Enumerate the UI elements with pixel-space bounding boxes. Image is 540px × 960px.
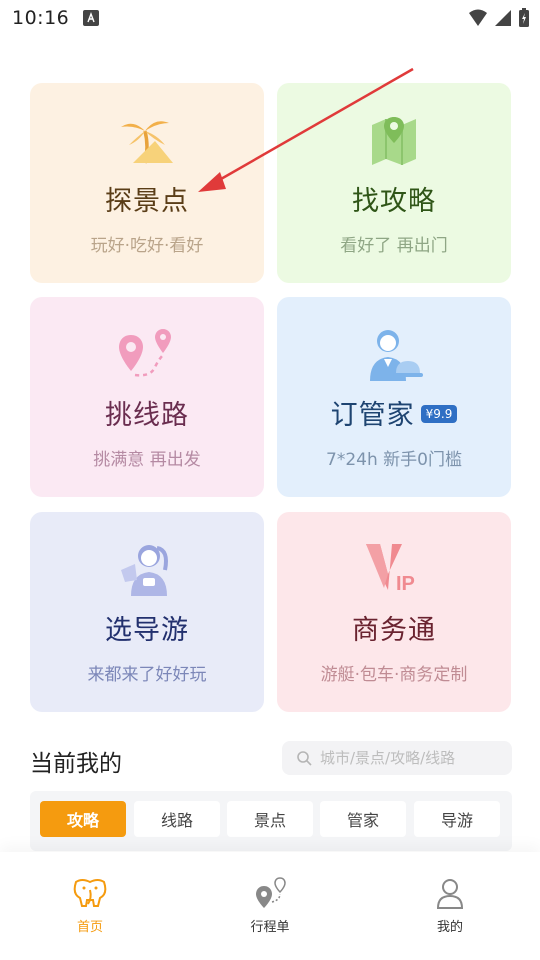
section-title: 当前我的 (30, 751, 122, 777)
card-business-service[interactable]: IP 商务通 游艇·包车·商务定制 (277, 512, 511, 712)
card-title: 挑线路 (105, 400, 189, 431)
nav-label: 我的 (436, 920, 463, 935)
card-subtitle: 游艇·包车·商务定制 (320, 665, 468, 685)
card-explore-attractions[interactable]: 探景点 玩好·吃好·看好 (30, 83, 264, 283)
tab-tour-guides[interactable]: 导游 (414, 801, 500, 837)
card-title: 选导游 (105, 615, 189, 646)
card-title: 商务通 (352, 615, 436, 646)
search-input[interactable] (320, 749, 500, 767)
nav-profile[interactable]: 我的 (405, 876, 495, 935)
category-tabs: 攻略 线路 景点 管家 导游 (30, 791, 512, 851)
search-box[interactable] (282, 741, 512, 775)
elephant-home-icon (73, 879, 107, 907)
tour-guide-icon (121, 545, 168, 596)
card-subtitle: 7*24h 新手0门槛 (326, 450, 462, 470)
card-title-text: 订管家 (330, 400, 415, 431)
palm-beach-icon (121, 121, 173, 164)
card-title: 找攻略 (352, 186, 436, 217)
status-time: 10:16 (12, 7, 70, 29)
vip-icon: IP (366, 544, 415, 595)
search-icon (297, 751, 312, 766)
notification-icon (83, 10, 100, 26)
card-choose-guide[interactable]: 选导游 来都来了好好玩 (30, 512, 264, 712)
card-subtitle: 挑满意 再出发 (93, 450, 201, 470)
battery-icon (519, 8, 529, 27)
user-icon (436, 879, 464, 909)
card-find-guides[interactable]: 找攻略 看好了 再出门 (277, 83, 511, 283)
nav-label: 首页 (76, 920, 103, 935)
card-book-butler[interactable]: 订管家 ¥9.9 7*24h 新手0门槛 (277, 297, 511, 497)
card-subtitle: 看好了 再出门 (340, 236, 448, 256)
card-choose-routes[interactable]: 挑线路 挑满意 再出发 (30, 297, 264, 497)
butler-icon (370, 330, 423, 381)
status-bar: 10:16 (0, 0, 540, 36)
route-icon (119, 329, 171, 377)
tab-guides[interactable]: 攻略 (40, 801, 126, 837)
price-badge: ¥9.9 (420, 404, 458, 423)
status-indicators (468, 8, 530, 28)
card-subtitle: 玩好·吃好·看好 (90, 236, 204, 256)
bottom-nav: 首页 行程单 我的 (0, 852, 540, 960)
card-subtitle: 来都来了好好玩 (87, 665, 207, 685)
signal-icon (495, 10, 511, 26)
tab-routes[interactable]: 线路 (134, 801, 220, 837)
card-title: 探景点 (105, 186, 189, 217)
nav-label: 行程单 (250, 920, 290, 935)
tab-attractions[interactable]: 景点 (227, 801, 313, 837)
card-title: 订管家 ¥9.9 (277, 393, 511, 432)
svg-text:IP: IP (396, 573, 415, 595)
nav-itinerary[interactable]: 行程单 (225, 876, 315, 935)
map-pin-icon (372, 117, 416, 165)
tab-butlers[interactable]: 管家 (320, 801, 406, 837)
nav-home[interactable]: 首页 (45, 876, 135, 935)
wifi-icon (469, 9, 487, 26)
itinerary-icon (256, 877, 286, 908)
